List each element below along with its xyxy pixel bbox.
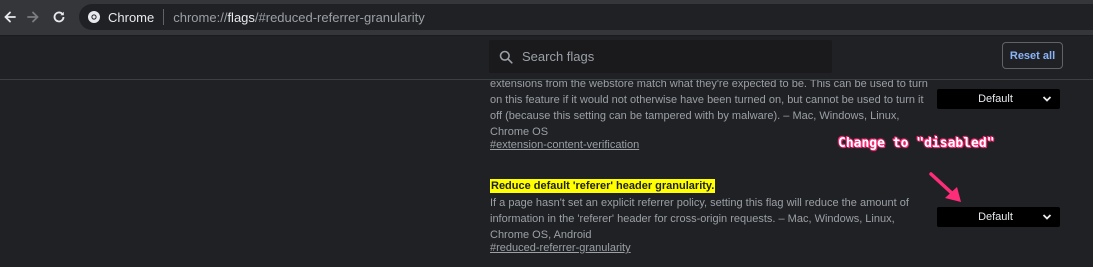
site-name: Chrome [108, 9, 155, 25]
select-value: Default [978, 211, 1013, 223]
annotation-arrow-icon [929, 172, 961, 202]
annotation-text: Change to "disabled" [838, 136, 995, 151]
flag-title: Reduce default 'referer' header granular… [490, 179, 716, 193]
chevron-down-icon [1042, 213, 1056, 221]
reset-all-button[interactable]: Reset all [1002, 42, 1063, 69]
flag-description: If a page hasn't set an explicit referre… [490, 197, 909, 241]
flags-header: Search flags Reset all [0, 36, 1093, 80]
reload-button[interactable] [49, 7, 69, 27]
chevron-down-icon [1042, 95, 1056, 103]
search-icon [499, 50, 513, 64]
flag-description: extensions from the webstore match what … [490, 80, 928, 138]
chrome-icon [87, 10, 101, 24]
search-input[interactable]: Search flags [489, 40, 832, 73]
flag-link[interactable]: #extension-content-verification [490, 139, 639, 151]
back-button[interactable] [0, 7, 20, 27]
address-bar[interactable]: Chrome chrome://flags/#reduced-referrer-… [79, 4, 1093, 30]
url-text: chrome://flags/#reduced-referrer-granula… [173, 9, 425, 25]
browser-toolbar: Chrome chrome://flags/#reduced-referrer-… [0, 0, 1093, 36]
flags-list: extensions from the webstore match what … [0, 80, 1093, 267]
search-placeholder: Search flags [522, 49, 595, 64]
omnibox-separator [163, 9, 165, 25]
arrow-left-icon [4, 11, 16, 23]
flag-select[interactable]: Default [937, 89, 1060, 109]
flag-link[interactable]: #reduced-referrer-granularity [490, 242, 631, 254]
reload-icon [53, 11, 65, 23]
select-value: Default [978, 93, 1013, 105]
flag-select[interactable]: Default [937, 207, 1060, 227]
arrow-right-icon [27, 11, 39, 23]
forward-button[interactable] [23, 7, 43, 27]
